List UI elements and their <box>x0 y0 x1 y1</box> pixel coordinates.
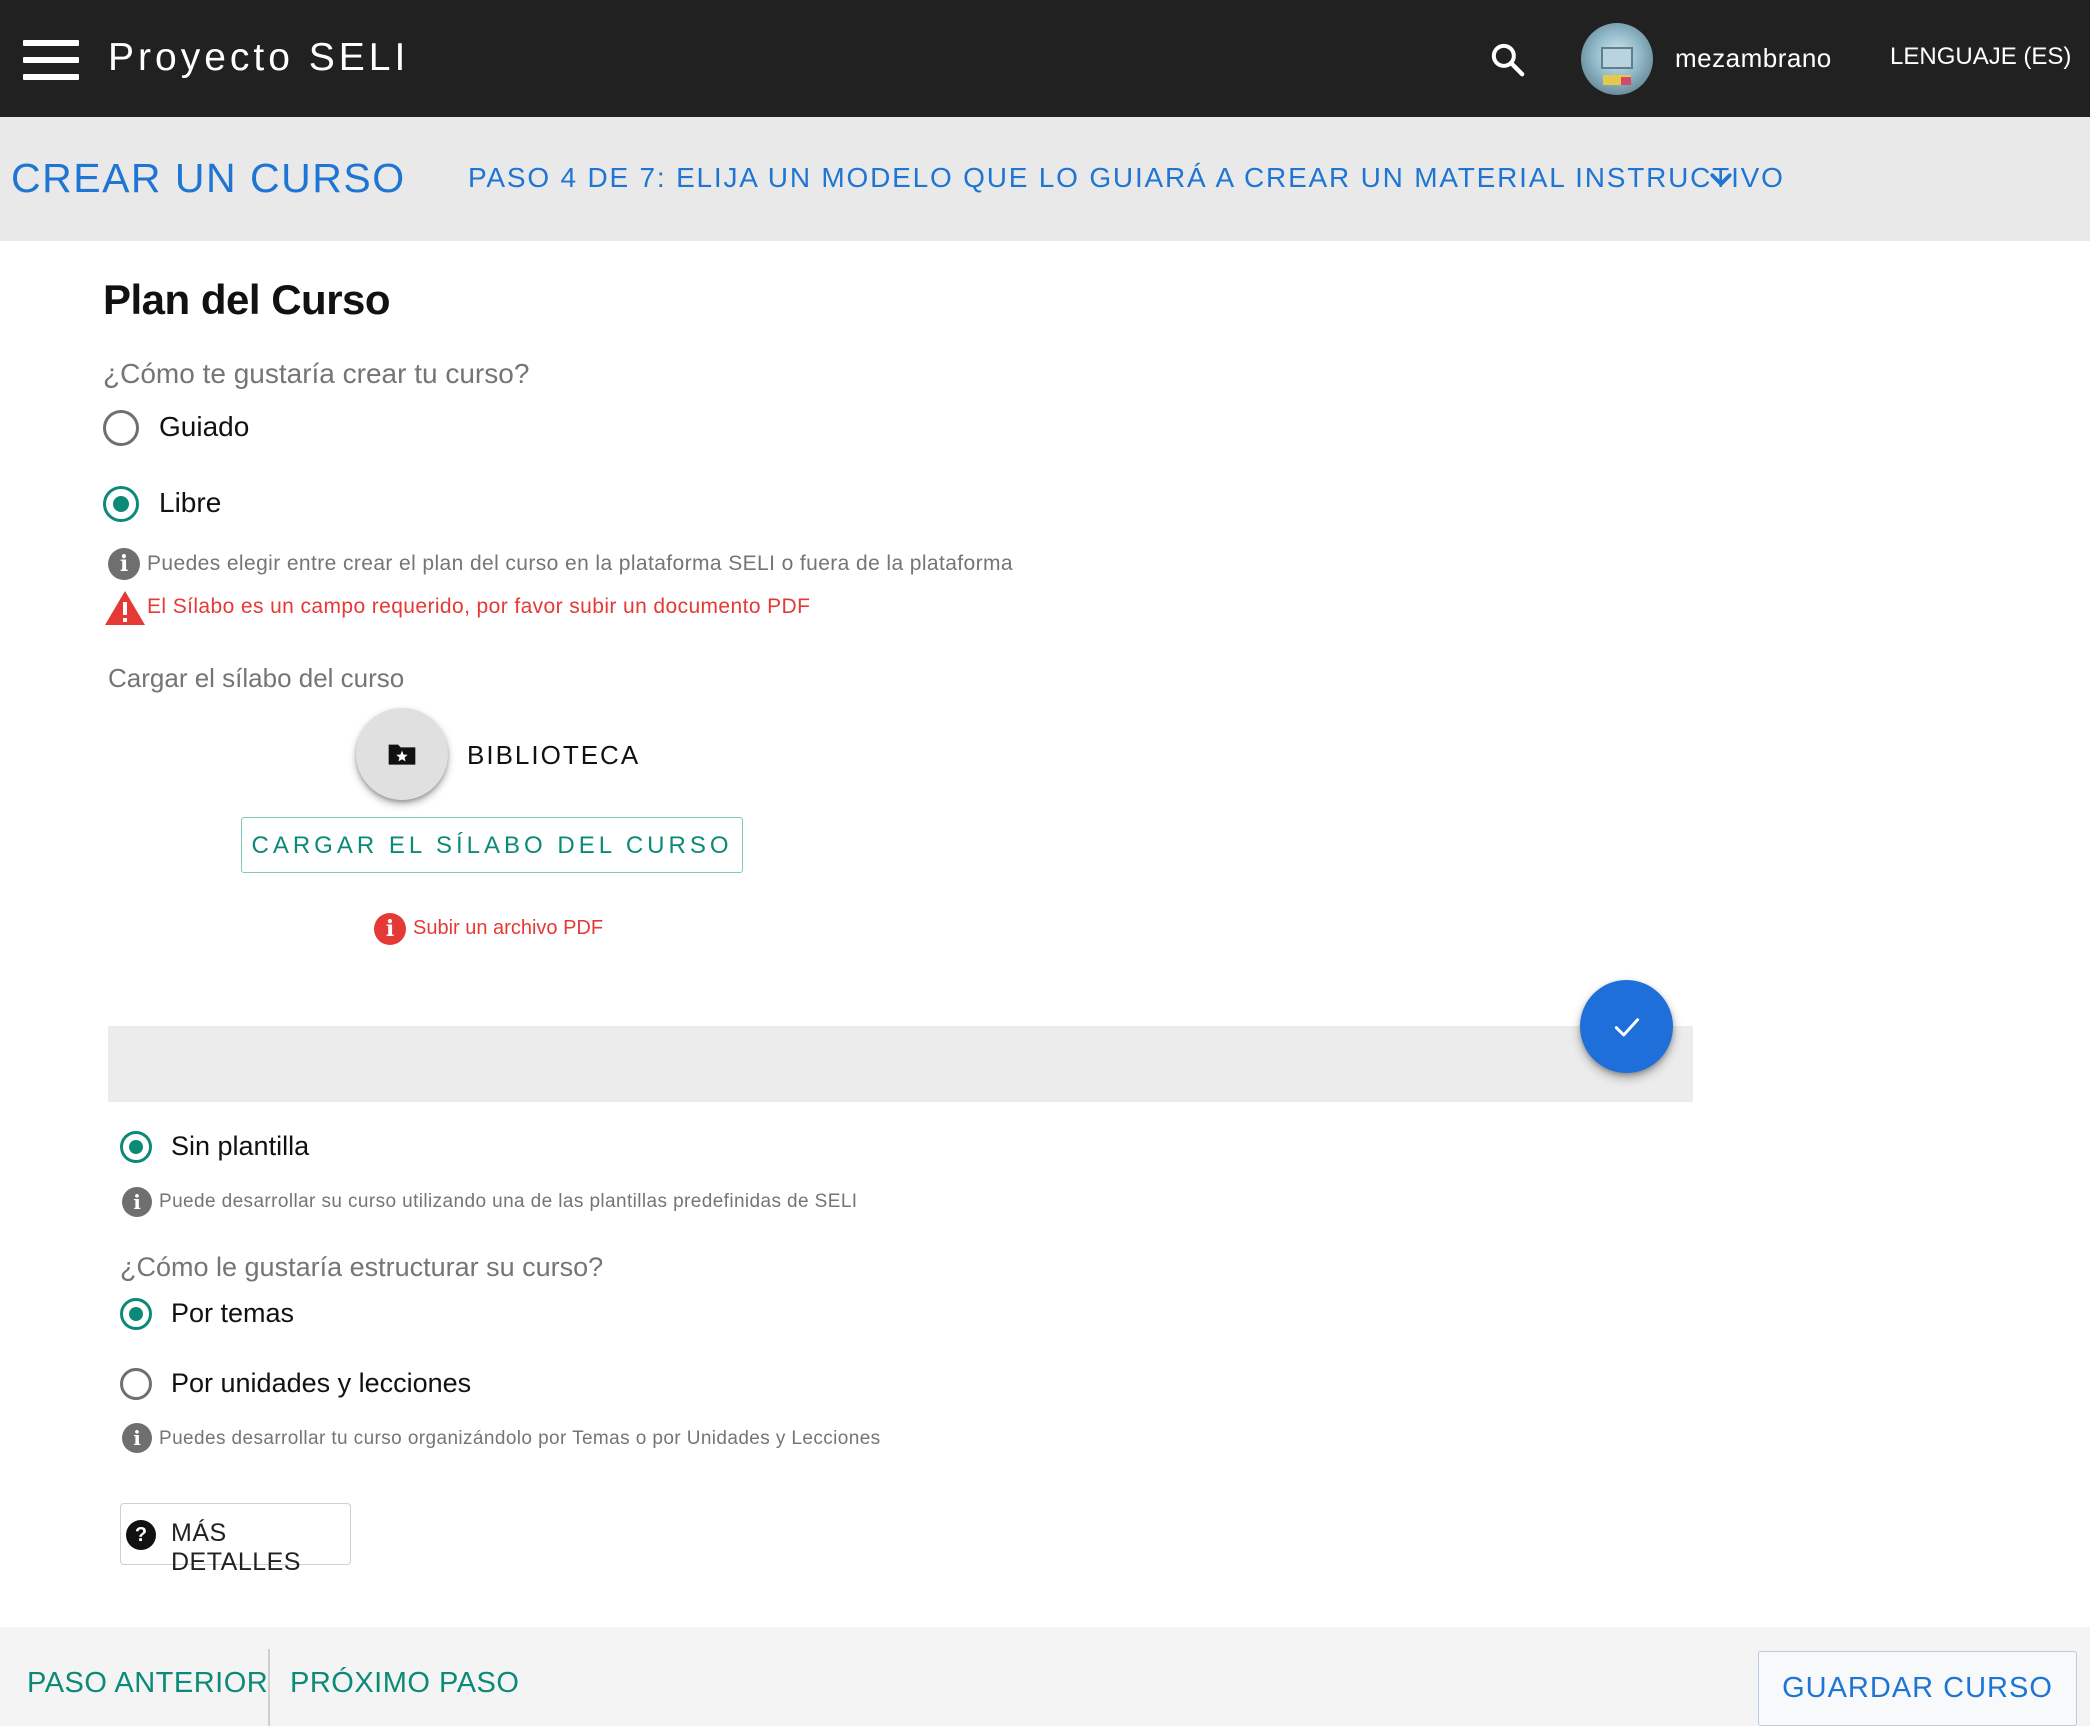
confirm-button[interactable] <box>1580 980 1673 1073</box>
radio-guiado-label[interactable]: Guiado <box>159 411 249 443</box>
syllabus-error-text: El Sílabo es un campo requerido, por fav… <box>147 595 811 618</box>
step-selector[interactable]: PASO 4 DE 7: ELIJA UN MODELO QUE LO GUIA… <box>468 162 1785 194</box>
save-course-button[interactable]: GUARDAR CURSO <box>1758 1651 2077 1726</box>
upload-syllabus-button[interactable]: CARGAR EL SÍLABO DEL CURSO <box>241 817 743 873</box>
more-details-label: MÁS DETALLES <box>171 1519 301 1576</box>
app-title: Proyecto SELI <box>108 36 410 79</box>
radio-por-unidades-label[interactable]: Por unidades y lecciones <box>171 1368 471 1399</box>
language-button[interactable]: LENGUAJE (ES) <box>1890 43 2071 71</box>
avatar[interactable] <box>1581 23 1653 95</box>
radio-sin-plantilla-label[interactable]: Sin plantilla <box>171 1131 309 1162</box>
folder-star-icon <box>388 744 416 765</box>
warning-icon <box>104 590 146 626</box>
library-button[interactable] <box>356 708 448 800</box>
search-icon[interactable] <box>1488 40 1528 80</box>
radio-por-temas-label[interactable]: Por temas <box>171 1298 294 1329</box>
username[interactable]: mezambrano <box>1675 43 1832 74</box>
radio-por-unidades[interactable] <box>120 1368 152 1400</box>
app-bar: Proyecto SELI mezambrano LENGUAJE (ES) <box>0 0 2090 117</box>
prev-step-button[interactable]: PASO ANTERIOR <box>27 1667 268 1700</box>
chevron-down-icon[interactable] <box>1706 164 1736 194</box>
footer-bar: PASO ANTERIOR PRÓXIMO PASO GUARDAR CURSO <box>0 1627 2090 1726</box>
info-icon: i <box>122 1423 152 1453</box>
radio-guiado[interactable] <box>103 410 139 446</box>
radio-libre[interactable] <box>103 486 139 522</box>
section-heading: Plan del Curso <box>103 276 391 323</box>
radio-sin-plantilla[interactable] <box>120 1131 152 1163</box>
pdf-info-icon: i <box>374 913 406 945</box>
step-header: CREAR UN CURSO PASO 4 DE 7: ELIJA UN MOD… <box>0 117 2090 241</box>
next-step-button[interactable]: PRÓXIMO PASO <box>290 1667 519 1700</box>
structure-helper-text: Puedes desarrollar tu curso organizándol… <box>159 1428 881 1449</box>
section-divider <box>108 1026 1693 1102</box>
footer-divider <box>268 1649 270 1726</box>
check-icon <box>1614 1018 1640 1037</box>
library-label[interactable]: BIBLIOTECA <box>467 740 640 771</box>
template-helper-text: Puede desarrollar su curso utilizando un… <box>159 1191 858 1212</box>
upload-label: Cargar el sílabo del curso <box>108 663 405 693</box>
more-details-button[interactable]: ? MÁS DETALLES <box>120 1503 351 1576</box>
structure-question: ¿Cómo le gustaría estructurar su curso? <box>120 1252 604 1282</box>
help-icon: ? <box>126 1520 156 1550</box>
creation-helper-text: Puedes elegir entre crear el plan del cu… <box>147 552 1013 575</box>
radio-por-temas[interactable] <box>120 1298 152 1330</box>
pdf-note: Subir un archivo PDF <box>413 917 604 939</box>
page-title: CREAR UN CURSO <box>11 155 406 201</box>
info-icon: i <box>122 1187 152 1217</box>
menu-icon[interactable] <box>23 40 79 80</box>
creation-question: ¿Cómo te gustaría crear tu curso? <box>103 358 530 389</box>
info-icon: i <box>108 548 140 580</box>
radio-libre-label[interactable]: Libre <box>159 487 221 519</box>
